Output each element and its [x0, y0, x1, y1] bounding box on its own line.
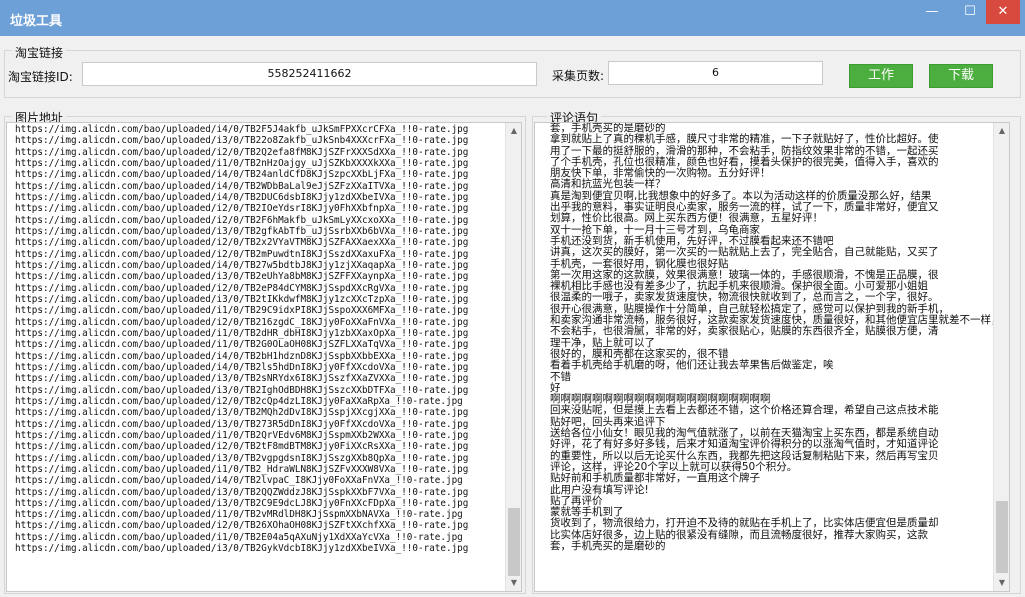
image-url-line: https://img.alicdn.com/bao/uploaded/i2/0…: [15, 214, 469, 226]
image-url-line: https://img.alicdn.com/bao/uploaded/i1/0…: [15, 463, 469, 475]
comment-line: 划算，性价比很高。网上买东西方便！很满意，五星好评！: [550, 212, 823, 225]
comment-line: 好评，花了有好多好多钱，后来才知道淘宝评价得积分的以涨淘气值时，才知道评论: [550, 438, 939, 451]
image-url-line: https://img.alicdn.com/bao/uploaded/i4/0…: [15, 169, 469, 181]
comment-line: 套，手机壳买的是磨砂的: [550, 539, 666, 552]
comment-line: 讲真，这次买的膜好，第一次买的一贴就贴上去了，完全贴合，自己就能贴，又买了: [550, 246, 939, 259]
image-url-line: https://img.alicdn.com/bao/uploaded/i2/0…: [15, 237, 469, 249]
image-url-line: https://img.alicdn.com/bao/uploaded/i4/0…: [15, 180, 469, 192]
image-url-line: https://img.alicdn.com/bao/uploaded/i1/0…: [15, 339, 469, 351]
comment-lines: 套，手机壳买的是磨砂的 拿到就贴上了真的稞机手感，膜尺寸非常的精准，一下子就贴好了…: [535, 123, 1009, 552]
image-url-line: https://img.alicdn.com/bao/uploaded/i4/0…: [15, 475, 463, 487]
link-id-field[interactable]: 558252411662: [82, 62, 537, 86]
pages-label: 采集页数:: [552, 69, 605, 83]
image-url-line: https://img.alicdn.com/bao/uploaded/i3/0…: [15, 407, 469, 419]
pages-field[interactable]: 6: [608, 61, 823, 85]
image-url-line: https://img.alicdn.com/bao/uploaded/i3/0…: [15, 543, 469, 555]
scroll-thumb[interactable]: [508, 508, 520, 576]
comment-text-area[interactable]: 套，手机壳买的是磨砂的 拿到就贴上了真的稞机手感，膜尺寸非常的精准，一下子就贴好了…: [534, 122, 1010, 592]
image-url-line: https://img.alicdn.com/bao/uploaded/i2/0…: [15, 248, 469, 260]
image-url-line: https://img.alicdn.com/bao/uploaded/i2/0…: [15, 520, 469, 532]
image-url-scrollbar[interactable]: ▲ ▼: [505, 123, 521, 591]
image-url-line: https://img.alicdn.com/bao/uploaded/i2/0…: [15, 146, 469, 158]
download-button[interactable]: 下载: [929, 64, 993, 88]
image-url-line: https://img.alicdn.com/bao/uploaded/i1/0…: [15, 509, 463, 521]
window-title: 垃圾工具: [10, 14, 63, 29]
scroll-down-icon[interactable]: ▼: [506, 576, 521, 590]
image-url-line: https://img.alicdn.com/bao/uploaded/i3/0…: [15, 418, 469, 430]
image-url-line: https://img.alicdn.com/bao/uploaded/i3/0…: [15, 135, 469, 147]
minimize-button[interactable]: —: [917, 0, 947, 24]
image-url-line: https://img.alicdn.com/bao/uploaded/i4/0…: [15, 361, 469, 373]
maximize-button[interactable]: ☐: [955, 0, 985, 24]
image-url-line: https://img.alicdn.com/bao/uploaded/i2/0…: [15, 282, 469, 294]
image-url-line: https://img.alicdn.com/bao/uploaded/i3/0…: [15, 293, 469, 305]
title-bar: 垃圾工具 — ☐ ✕: [0, 0, 1025, 36]
comment-line: 贴好前和手机质量都非常好，一直用这个牌子: [550, 472, 760, 485]
image-url-line: https://img.alicdn.com/bao/uploaded/i2/0…: [15, 316, 469, 328]
close-button[interactable]: ✕: [986, 0, 1020, 24]
image-url-line: https://img.alicdn.com/bao/uploaded/i2/0…: [15, 203, 469, 215]
image-url-line: https://img.alicdn.com/bao/uploaded/i4/0…: [15, 124, 469, 135]
scroll-thumb[interactable]: [996, 501, 1008, 573]
image-url-line: https://img.alicdn.com/bao/uploaded/i3/0…: [15, 497, 469, 509]
taobao-link-group-label: 淘宝链接: [12, 44, 67, 61]
image-url-line: https://img.alicdn.com/bao/uploaded/i4/0…: [15, 259, 469, 271]
comment-line: 不错: [550, 370, 571, 383]
scroll-down-icon[interactable]: ▼: [994, 576, 1009, 590]
image-url-line: https://img.alicdn.com/bao/uploaded/i1/0…: [15, 429, 469, 441]
comment-line: 看着手机壳给手机磨的呀，他们还让我去苹果售后做鉴定，唉: [550, 359, 834, 372]
image-url-line: https://img.alicdn.com/bao/uploaded/i3/0…: [15, 452, 469, 464]
scroll-up-icon[interactable]: ▲: [994, 124, 1009, 138]
comment-line: 货收到了，物流很给力，打开迫不及待的就贴在手机上了，比实体店便宜但是质量却: [550, 517, 939, 530]
work-button[interactable]: 工作: [849, 64, 913, 88]
image-url-line: https://img.alicdn.com/bao/uploaded/i3/0…: [15, 384, 469, 396]
comment-line: 拿到就贴上了真的稞机手感，膜尺寸非常的精准，一下子就贴好了，性价比超好。使: [550, 133, 939, 146]
image-url-line: https://img.alicdn.com/bao/uploaded/i2/0…: [15, 441, 469, 453]
comment-line: 此用户没有填写评论!: [550, 483, 649, 496]
comment-line: 不会粘手，也很滑腻，非常的好，卖家很贴心，贴膜的东西很齐全，贴膜很方便，清: [550, 325, 939, 338]
scroll-up-icon[interactable]: ▲: [506, 124, 521, 138]
image-url-list[interactable]: https://img.alicdn.com/bao/uploaded/i4/0…: [6, 122, 522, 592]
image-url-line: https://img.alicdn.com/bao/uploaded/i3/0…: [15, 271, 469, 283]
image-url-line: https://img.alicdn.com/bao/uploaded/i3/0…: [15, 486, 469, 498]
image-url-line: https://img.alicdn.com/bao/uploaded/i2/0…: [15, 395, 463, 407]
image-url-lines: https://img.alicdn.com/bao/uploaded/i4/0…: [7, 123, 521, 554]
image-url-line: https://img.alicdn.com/bao/uploaded/i4/0…: [15, 191, 469, 203]
image-url-line: https://img.alicdn.com/bao/uploaded/i3/0…: [15, 225, 469, 237]
image-url-line: https://img.alicdn.com/bao/uploaded/i1/0…: [15, 305, 469, 317]
comment-scrollbar[interactable]: ▲ ▼: [993, 123, 1009, 591]
image-url-line: https://img.alicdn.com/bao/uploaded/i1/0…: [15, 157, 469, 169]
image-url-line: https://img.alicdn.com/bao/uploaded/i1/0…: [15, 327, 469, 339]
image-url-line: https://img.alicdn.com/bao/uploaded/i3/0…: [15, 373, 469, 385]
image-url-line: https://img.alicdn.com/bao/uploaded/i1/0…: [15, 531, 463, 543]
link-id-label: 淘宝链接ID:: [8, 70, 73, 84]
image-url-line: https://img.alicdn.com/bao/uploaded/i4/0…: [15, 350, 469, 362]
